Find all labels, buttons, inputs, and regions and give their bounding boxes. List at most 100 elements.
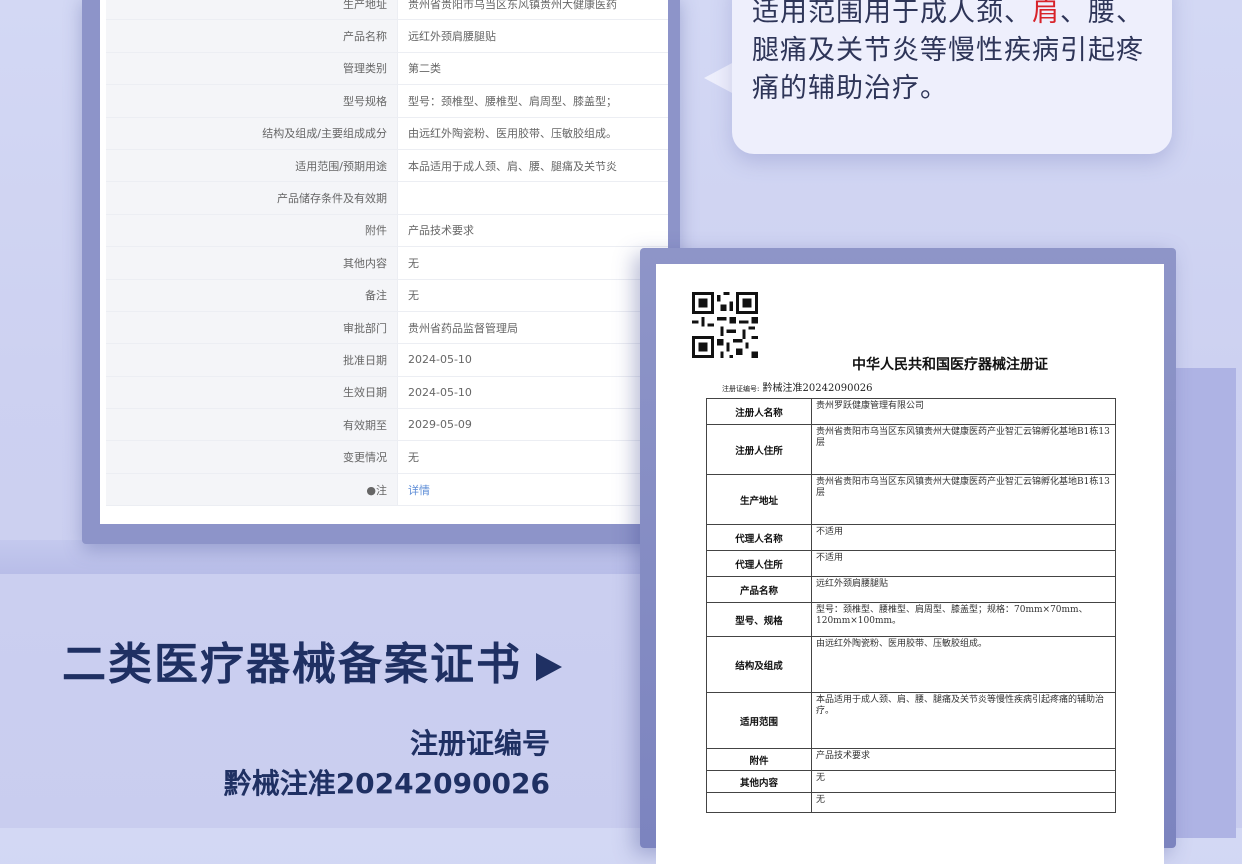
row-value: 无: [408, 256, 419, 270]
certificate-row: 适用范围 本品适用于成人颈、肩、腰、腿痛及关节炎等慢性疾病引起疼痛的辅助治疗。: [706, 692, 1116, 749]
table-row: 生产地址 贵州省贵阳市乌当区东风镇贵州大健康医药: [106, 0, 668, 21]
table-row: 附件 产品技术要求: [106, 214, 668, 248]
qr-code-icon: [692, 292, 758, 358]
bubble-tail: [704, 62, 734, 94]
row-label: 适用范围/预期用途: [106, 149, 398, 182]
table-row: 备注无: [106, 279, 668, 312]
certificate-row: 代理人住所 不适用: [706, 550, 1116, 577]
row-label: 批准日期: [106, 344, 398, 376]
certificate-frame-side: [1176, 368, 1236, 838]
certificate-frame: 中华人民共和国医疗器械注册证 注册证编号: 黔械注准20242090026 注册…: [640, 248, 1176, 864]
registration-number-value: 黔械注准20242090026: [223, 767, 550, 800]
row-value: 由远红外陶瓷粉、医用胶带、压敏胶组成。: [408, 127, 617, 141]
table-row: 管理类别 第二类: [106, 52, 668, 86]
row-label: 有效期至: [106, 409, 398, 441]
certificate-row: 型号、规格 型号：颈椎型、腰椎型、肩周型、膝盖型；规格：70mm×70mm、120…: [706, 602, 1116, 637]
row-label: 型号规格: [106, 85, 398, 117]
table-row: 生效日期 2024-05-10: [106, 376, 668, 410]
certificate-field-label: 生产地址: [706, 474, 812, 525]
certificate-row: 结构及组成 由远红外陶瓷粉、医用胶带、压敏胶组成。: [706, 636, 1116, 693]
row-value: 型号：颈椎型、腰椎型、肩周型、膝盖型；: [408, 94, 617, 108]
certificate-row: 其他内容无: [706, 770, 1116, 793]
table-row: 结构及组成/主要组成成分 由远红外陶瓷粉、医用胶带、压敏胶组成。: [106, 117, 668, 150]
certificate-field-label: 注册人名称: [706, 398, 812, 425]
table-row: 批准日期 2024-05-10: [106, 344, 668, 377]
certificate-field-value: 贵州省贵阳市乌当区东风镇贵州大健康医药产业智汇云锦孵化基地B1栋13层: [811, 424, 1116, 475]
certificate-field-label: 注册人住所: [706, 424, 812, 475]
details-link[interactable]: 详情: [398, 482, 430, 498]
row-label: 审批部门: [106, 311, 398, 344]
certificate-table: 注册人名称 贵州罗跃健康管理有限公司 注册人住所 贵州省贵阳市乌当区东风镇贵州大健康医…: [706, 398, 1116, 813]
record-screenshot-frame: 生产地址 贵州省贵阳市乌当区东风镇贵州大健康医药 产品名称 远红外颈肩腰腿贴 管理类别第…: [82, 0, 680, 544]
row-label: 生产地址: [106, 0, 398, 20]
table-row: 审批部门 贵州省药品监督管理局: [106, 311, 668, 345]
certificate-field-value: 贵州省贵阳市乌当区东风镇贵州大健康医药产业智汇云锦孵化基地B1栋13层: [811, 474, 1116, 525]
table-row: ●注 详情: [106, 473, 668, 507]
certificate-field-value: 贵州罗跃健康管理有限公司: [811, 398, 1116, 425]
certificate-field-label: [706, 792, 812, 813]
play-triangle-icon: [536, 653, 562, 681]
certificate-field-value: 无: [811, 770, 1116, 793]
screenshot-base: [0, 540, 700, 574]
row-label: 结构及组成/主要组成成分: [106, 117, 398, 149]
certificate-field-label: 结构及组成: [706, 636, 812, 693]
certificate-field-label: 适用范围: [706, 692, 812, 749]
certificate-field-value: 产品技术要求: [811, 748, 1116, 771]
row-label: 管理类别: [106, 52, 398, 85]
certificate-field-label: 型号、规格: [706, 602, 812, 637]
row-label: 生效日期: [106, 376, 398, 409]
bubble-text: 适用范围用于成人颈、肩、腰、腿痛及关节炎等慢性疾病引起疼痛的辅助治疗。: [752, 0, 1162, 108]
certificate-row: 代理人名称 不适用: [706, 524, 1116, 551]
table-row: 适用范围/预期用途 本品适用于成人颈、肩、腰、腿痛及关节炎: [106, 149, 668, 183]
bubble-text-part1: 适用范围用于成人颈、: [752, 0, 1032, 28]
row-value: 无: [408, 289, 419, 303]
certificate-row: 产品名称 远红外颈肩腰腿贴: [706, 576, 1116, 603]
row-label: ●注: [106, 473, 398, 506]
row-value: 无: [408, 451, 419, 465]
record-table: 生产地址 贵州省贵阳市乌当区东风镇贵州大健康医药 产品名称 远红外颈肩腰腿贴 管理类别第…: [100, 0, 668, 524]
row-label: 产品储存条件及有效期: [106, 182, 398, 214]
certificate-field-label: 其他内容: [706, 770, 812, 793]
row-value: 本品适用于成人颈、肩、腰、腿痛及关节炎: [408, 159, 617, 173]
certificate-row: 注册人住所 贵州省贵阳市乌当区东风镇贵州大健康医药产业智汇云锦孵化基地B1栋13层: [706, 424, 1116, 475]
table-row: 有效期至 2029-05-09: [106, 409, 668, 442]
certificate-row: 生产地址 贵州省贵阳市乌当区东风镇贵州大健康医药产业智汇云锦孵化基地B1栋13层: [706, 474, 1116, 525]
row-value: 2029-05-09: [408, 418, 472, 432]
row-value: 远红外颈肩腰腿贴: [408, 30, 496, 44]
scope-bubble: 适用范围用于成人颈、肩、腰、腿痛及关节炎等慢性疾病引起疼痛的辅助治疗。: [732, 0, 1172, 154]
row-label: 产品名称: [106, 20, 398, 52]
certificate-field-label: 代理人名称: [706, 524, 812, 551]
row-label: 其他内容: [106, 247, 398, 279]
certificate-field-label: 产品名称: [706, 576, 812, 603]
table-row: 变更情况无: [106, 441, 668, 474]
certificate-row: 无: [706, 792, 1116, 813]
table-row: 产品名称 远红外颈肩腰腿贴: [106, 20, 668, 53]
certificate-field-value: 无: [811, 792, 1116, 813]
certificate-field-value: 远红外颈肩腰腿贴: [811, 576, 1116, 603]
certificate-row: 附件 产品技术要求: [706, 748, 1116, 771]
certificate-field-value: 型号：颈椎型、腰椎型、肩周型、膝盖型；规格：70mm×70mm、120mm×10…: [811, 602, 1116, 637]
certificate-row: 注册人名称 贵州罗跃健康管理有限公司: [706, 398, 1116, 425]
row-value: 产品技术要求: [408, 224, 474, 238]
certificate-field-value: 本品适用于成人颈、肩、腰、腿痛及关节炎等慢性疾病引起疼痛的辅助治疗。: [811, 692, 1116, 749]
row-label: 备注: [106, 279, 398, 311]
row-label: 变更情况: [106, 441, 398, 473]
certificate-number-value: 黔械注准20242090026: [762, 383, 873, 394]
row-value: 第二类: [408, 62, 441, 76]
certificate-paper: 中华人民共和国医疗器械注册证 注册证编号: 黔械注准20242090026 注册…: [656, 264, 1164, 864]
main-title: 二类医疗器械备案证书: [62, 628, 562, 692]
registration-number-label: 注册证编号: [409, 727, 550, 760]
certificate-number: 注册证编号: 黔械注准20242090026: [722, 379, 873, 394]
table-row: 其他内容无: [106, 247, 668, 280]
table-row: 产品储存条件及有效期: [106, 182, 668, 215]
certificate-field-value: 由远红外陶瓷粉、医用胶带、压敏胶组成。: [811, 636, 1116, 693]
main-title-text: 二类医疗器械备案证书: [62, 639, 522, 690]
certificate-field-value: 不适用: [811, 550, 1116, 577]
row-label: 附件: [106, 214, 398, 247]
row-value: 贵州省贵阳市乌当区东风镇贵州大健康医药: [408, 0, 617, 11]
certificate-title: 中华人民共和国医疗器械注册证: [852, 357, 1048, 373]
certificate-field-label: 代理人住所: [706, 550, 812, 577]
certificate-field-label: 附件: [706, 748, 812, 771]
record-table-rows: 生产地址 贵州省贵阳市乌当区东风镇贵州大健康医药 产品名称 远红外颈肩腰腿贴 管理类别第…: [106, 0, 668, 507]
table-row: 型号规格 型号：颈椎型、腰椎型、肩周型、膝盖型；: [106, 85, 668, 118]
